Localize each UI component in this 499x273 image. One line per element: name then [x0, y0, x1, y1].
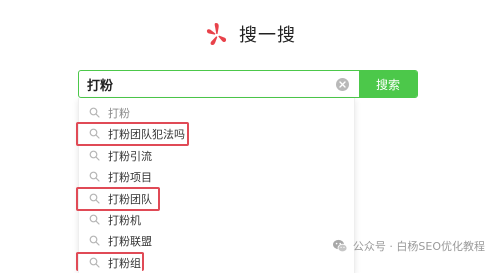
suggestion-dropdown: 打粉 打粉团队犯法吗 打粉引流 打粉项目 打粉团队 打粉机 打粉联盟 打粉组: [78, 98, 355, 273]
sousou-logo-icon: [206, 23, 227, 46]
search-icon: [89, 150, 100, 161]
search-icon: [89, 193, 100, 204]
suggestion-item[interactable]: 打粉团队犯法吗: [79, 123, 354, 144]
suggestion-label: 打粉机: [108, 213, 141, 227]
suggestion-label: 打粉引流: [108, 149, 152, 163]
suggestion-label: 打粉团队: [108, 192, 152, 206]
watermark-text: 公众号 · 白杨SEO优化教程: [352, 240, 485, 253]
suggestion-item[interactable]: 打粉: [79, 102, 354, 123]
suggestion-item[interactable]: 打粉联盟: [79, 230, 354, 251]
search-icon: [89, 257, 100, 268]
search-icon: [89, 107, 100, 118]
suggestion-item[interactable]: 打粉团队: [79, 188, 354, 209]
search-button[interactable]: 搜索: [359, 71, 417, 97]
search-icon: [89, 214, 100, 225]
app-logo: 搜一搜: [203, 20, 296, 48]
suggestion-label: 打粉: [108, 106, 130, 120]
watermark: 公众号 · 白杨SEO优化教程: [332, 238, 485, 254]
search-icon: [89, 235, 100, 246]
suggestion-label: 打粉团队犯法吗: [108, 127, 185, 141]
suggestion-label: 打粉组: [108, 256, 141, 270]
suggestion-item[interactable]: 打粉机: [79, 209, 354, 230]
suggestion-item[interactable]: 打粉引流: [79, 145, 354, 166]
suggestion-label: 打粉项目: [108, 170, 152, 184]
logo-text: 搜一搜: [239, 25, 296, 46]
search-input[interactable]: [79, 71, 336, 97]
close-icon: [339, 80, 346, 88]
search-bar: 搜索: [78, 70, 418, 98]
search-icon: [89, 171, 100, 182]
suggestion-item[interactable]: 打粉组: [79, 252, 354, 273]
suggestion-label: 打粉联盟: [108, 234, 152, 248]
suggestion-item[interactable]: 打粉项目: [79, 166, 354, 187]
search-icon: [89, 128, 100, 139]
clear-input-button[interactable]: [336, 77, 349, 91]
wechat-icon: [332, 239, 348, 253]
